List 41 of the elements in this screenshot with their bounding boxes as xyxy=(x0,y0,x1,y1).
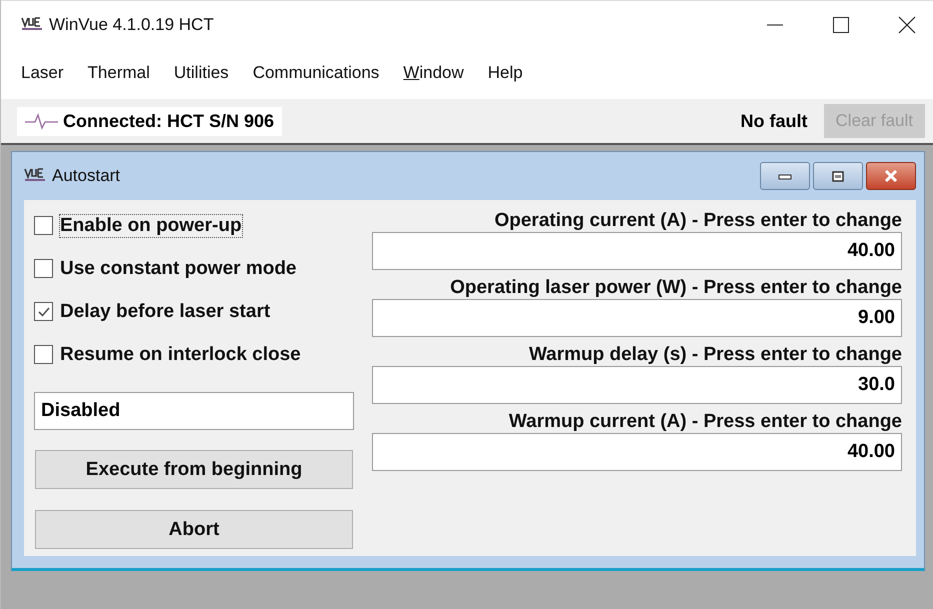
field-label: Operating laser power (W) - Press enter to change xyxy=(449,277,902,299)
value-field[interactable]: 40.00 xyxy=(372,232,902,270)
field-label: Warmup delay (s) - Press enter to change xyxy=(528,344,902,366)
child-window-title: Autostart xyxy=(52,166,120,186)
checkbox-label[interactable]: Delay before laser start xyxy=(59,300,272,324)
restore-icon xyxy=(832,170,844,182)
maximize-icon[interactable] xyxy=(831,15,851,35)
menu-item[interactable]: Thermal xyxy=(76,63,162,83)
field-label: Operating current (A) - Press enter to change xyxy=(493,210,902,232)
close-button[interactable] xyxy=(866,162,916,190)
app-logo-icon xyxy=(24,168,46,184)
window-title: WinVue 4.1.0.19 HCT xyxy=(49,15,214,35)
close-icon[interactable] xyxy=(897,15,917,35)
fault-status: No fault xyxy=(740,110,808,132)
checkmark-icon xyxy=(36,306,50,318)
menu-item[interactable]: Laser xyxy=(9,63,76,83)
menu-item[interactable]: Communications xyxy=(240,63,392,83)
menu-item[interactable]: Utilities xyxy=(162,63,241,83)
checkbox[interactable] xyxy=(34,216,53,235)
abort-button[interactable]: Abort xyxy=(35,510,353,549)
checkbox[interactable] xyxy=(34,345,53,364)
app-logo-icon xyxy=(21,17,43,33)
value-field[interactable]: 40.00 xyxy=(372,433,902,471)
close-icon xyxy=(884,170,898,182)
connection-text: Connected: HCT S/N 906 xyxy=(63,110,274,132)
checkbox-label[interactable]: Enable on power-up xyxy=(59,214,243,238)
execute-button[interactable]: Execute from beginning xyxy=(35,450,353,489)
value-field[interactable]: 9.00 xyxy=(372,299,902,337)
field-label: Warmup current (A) - Press enter to change xyxy=(508,411,902,433)
checkbox[interactable] xyxy=(34,259,53,278)
status-field: Disabled xyxy=(34,392,354,430)
menu-item[interactable]: Help xyxy=(476,63,535,83)
minimize-button[interactable] xyxy=(760,162,810,190)
checkbox-label[interactable]: Use constant power mode xyxy=(59,256,298,280)
restore-button[interactable] xyxy=(813,162,863,190)
checkbox-label[interactable]: Resume on interlock close xyxy=(59,342,302,366)
checkbox[interactable] xyxy=(34,302,53,321)
minimize-icon xyxy=(778,172,792,180)
menu-item[interactable]: Window xyxy=(391,63,476,83)
value-field[interactable]: 30.0 xyxy=(372,366,902,404)
pulse-icon xyxy=(25,112,59,130)
